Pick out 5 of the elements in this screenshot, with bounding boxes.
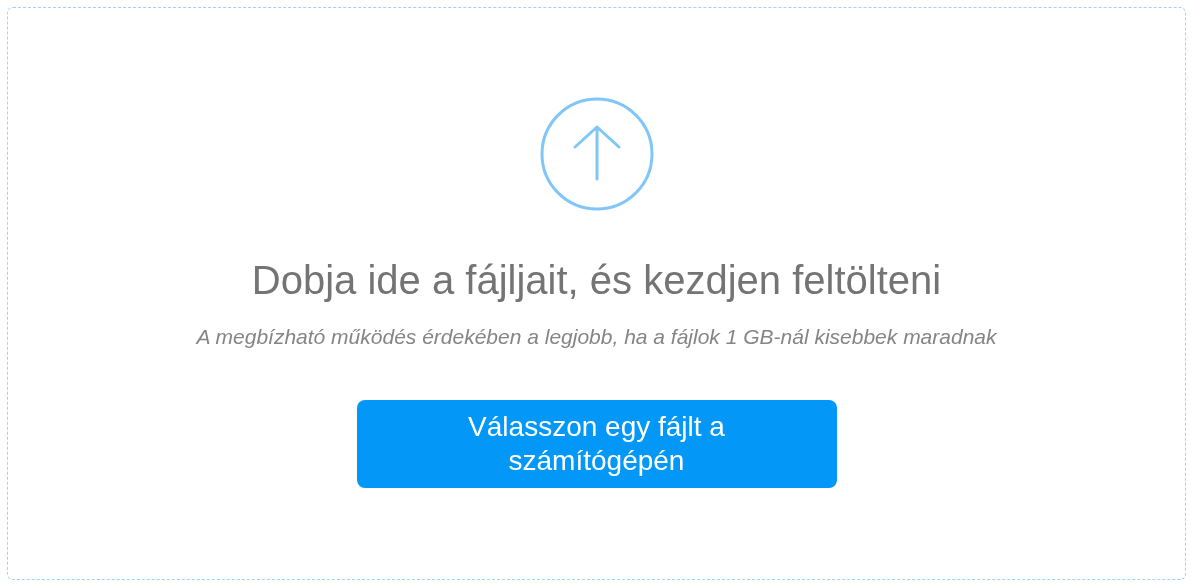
drop-zone[interactable]: Dobja ide a fájljait, és kezdjen feltölteni A megbízható működés érdekében a legjobb, ha a fájlok 1 GB-nál kisebbek maradnak Válasszon egy fájlt a számítógépén [7,7,1186,580]
upload-icon [538,96,655,212]
drop-title: Dobja ide a fájljait, és kezdjen feltölteni [251,257,942,304]
size-hint: A megbízható működés érdekében a legjobb, ha a fájlok 1 GB-nál kisebbek maradnak [196,324,997,350]
choose-file-button[interactable]: Válasszon egy fájlt a számítógépén [356,400,837,488]
